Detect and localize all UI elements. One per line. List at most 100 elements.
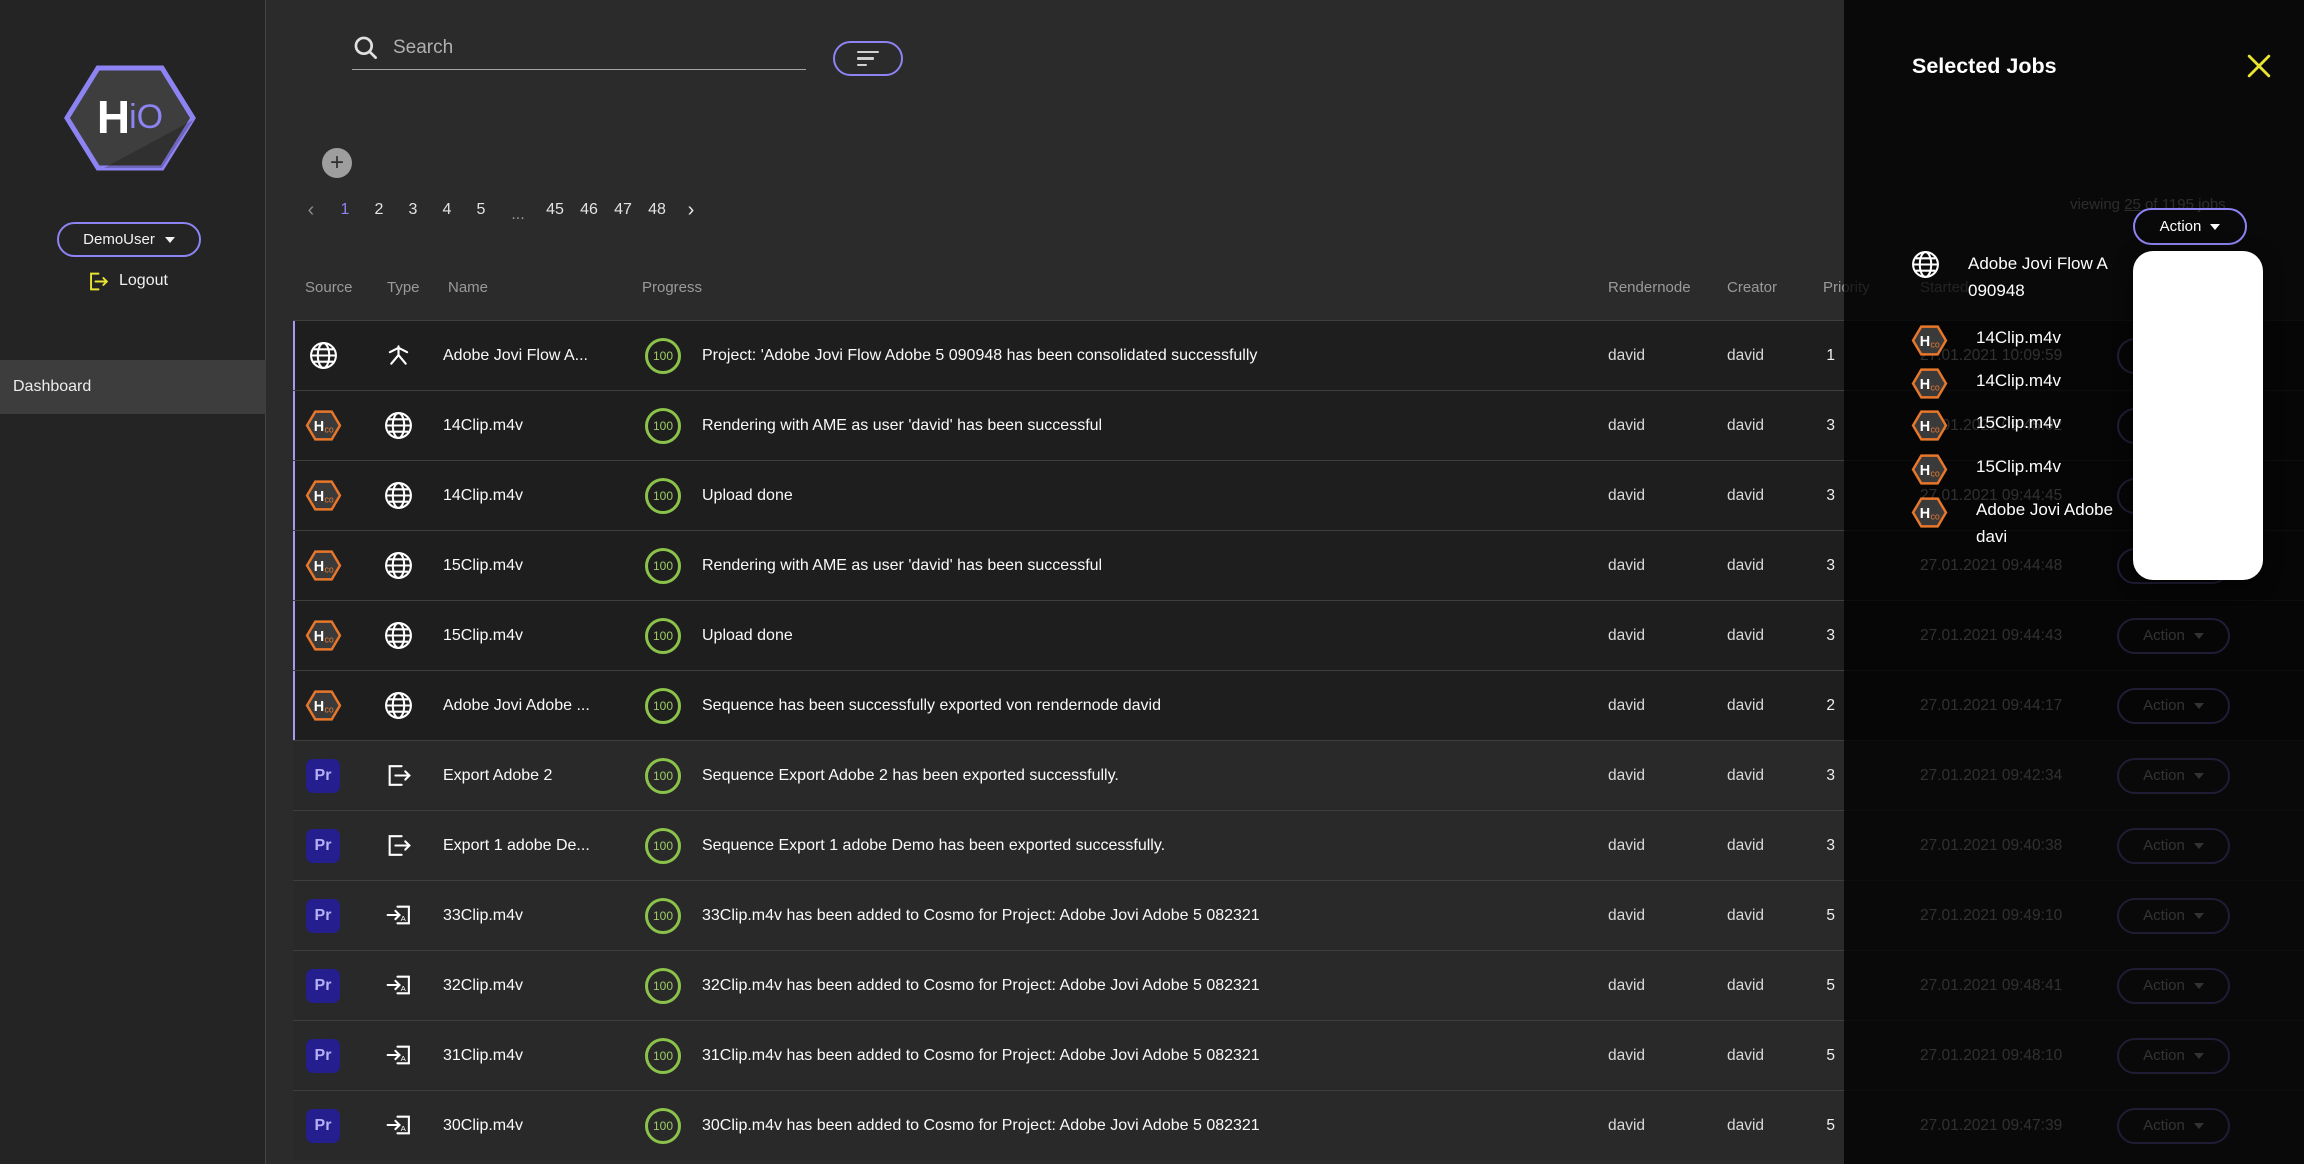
row-name: 30Clip.m4v: [443, 1117, 633, 1135]
pagination-page[interactable]: 4: [430, 201, 464, 219]
row-source-cell: Hco Pr A: [293, 341, 353, 370]
row-type-cell: Hco Pr A: [353, 411, 443, 440]
column-header-name[interactable]: Name: [443, 279, 633, 296]
pagination-page[interactable]: 47: [606, 201, 640, 219]
drawer-action-button[interactable]: Action: [2133, 208, 2247, 245]
row-name: 14Clip.m4v: [443, 487, 633, 505]
svg-text:H: H: [1920, 419, 1930, 435]
row-creator: david: [1703, 977, 1813, 995]
icon-set: Hco Pr A: [1911, 453, 1948, 486]
drawer-action-label: Action: [2160, 218, 2202, 235]
row-message: 32Clip.m4v has been added to Cosmo for P…: [693, 977, 1543, 995]
row-rendernode: david: [1543, 1047, 1703, 1065]
globe-icon: [384, 551, 413, 580]
selected-job-item[interactable]: Hco Pr A 15Clip.m4v: [1911, 453, 2061, 486]
column-header-source[interactable]: Source: [293, 279, 353, 296]
pagination-ellipsis: ...: [498, 206, 538, 224]
icon-set: Hco Pr A: [384, 481, 413, 510]
icon-set: Hco Pr A: [384, 691, 413, 720]
row-name: 31Clip.m4v: [443, 1047, 633, 1065]
column-header-creator[interactable]: Creator: [1703, 279, 1813, 296]
progress-ring: 100: [645, 828, 681, 864]
progress-ring: 100: [645, 408, 681, 444]
progress-value: 100: [653, 1119, 673, 1133]
consolidate-icon: [386, 343, 411, 368]
row-progress-cell: 100: [633, 828, 693, 864]
row-source-cell: Hco Pr A: [293, 829, 353, 863]
premiere-icon: Pr: [306, 899, 340, 933]
column-header-type[interactable]: Type: [353, 279, 443, 296]
icon-set: Hco Pr A: [305, 689, 342, 722]
icon-set: Hco Pr A: [305, 549, 342, 582]
column-header-progress[interactable]: Progress: [633, 279, 693, 296]
filter-button[interactable]: [833, 41, 903, 76]
selected-job-item[interactable]: Hco Pr A Adobe Jovi Adobe davi: [1911, 496, 2113, 550]
user-menu-button[interactable]: DemoUser: [57, 222, 201, 257]
logout-icon: [88, 271, 109, 292]
row-rendernode: david: [1543, 627, 1703, 645]
selected-job-name: 15Clip.m4v: [1976, 453, 2061, 480]
globe-icon: [384, 691, 413, 720]
row-source-cell: Hco Pr A: [293, 899, 353, 933]
row-source-cell: Hco Pr A: [293, 1109, 353, 1143]
pagination-page[interactable]: 3: [396, 201, 430, 219]
pagination-prev[interactable]: ‹: [294, 199, 328, 222]
icon-set: Hco Pr A: [306, 829, 340, 863]
pagination-page[interactable]: 45: [538, 201, 572, 219]
row-rendernode: david: [1543, 347, 1703, 365]
row-message: Sequence Export 1 adobe Demo has been ex…: [693, 837, 1543, 855]
pagination-next[interactable]: ›: [674, 199, 708, 222]
row-type-cell: Hco Pr A: [353, 1042, 443, 1069]
row-rendernode: david: [1543, 837, 1703, 855]
premiere-icon: Pr: [306, 829, 340, 863]
icon-set: Hco Pr A: [305, 619, 342, 652]
pagination-page[interactable]: 48: [640, 201, 674, 219]
icon-set: Hco Pr A: [306, 1039, 340, 1073]
pagination-page[interactable]: 46: [572, 201, 606, 219]
premiere-icon: Pr: [306, 759, 340, 793]
icon-set: Hco Pr A: [386, 343, 411, 368]
column-header-rendernode[interactable]: Rendernode: [1543, 279, 1703, 296]
svg-text:H: H: [313, 699, 323, 715]
icon-set: Hco Pr A: [384, 551, 413, 580]
selected-job-item[interactable]: Hco Pr A 15Clip.m4v: [1911, 409, 2061, 442]
row-message: Upload done: [693, 627, 1543, 645]
row-message: 31Clip.m4v has been added to Cosmo for P…: [693, 1047, 1543, 1065]
progress-ring: 100: [645, 618, 681, 654]
selected-job-item[interactable]: Hco Pr A Adobe Jovi Flow A 090948: [1911, 250, 2108, 304]
svg-text:co: co: [1931, 469, 1940, 479]
selected-job-item[interactable]: Hco Pr A 14Clip.m4v: [1911, 367, 2061, 400]
svg-text:H: H: [313, 629, 323, 645]
icon-set: Hco Pr A: [1911, 367, 1948, 400]
logout-button[interactable]: Logout: [88, 268, 168, 294]
icon-set: Hco Pr A: [306, 759, 340, 793]
row-name: Export 1 adobe De...: [443, 837, 633, 855]
globe-icon: [1911, 250, 1940, 279]
pagination-page[interactable]: 1: [328, 201, 362, 219]
logo-letter-h: H: [97, 90, 129, 144]
svg-text:co: co: [324, 635, 333, 645]
selected-job-name: 14Clip.m4v: [1976, 324, 2061, 351]
row-source-cell: Hco Pr A: [293, 479, 353, 512]
row-message: Rendering with AME as user 'david' has b…: [693, 417, 1543, 435]
search-icon: [352, 34, 379, 61]
progress-ring: 100: [645, 548, 681, 584]
close-drawer-button[interactable]: [2246, 54, 2272, 80]
row-source-cell: Hco Pr A: [293, 759, 353, 793]
selected-job-item[interactable]: Hco Pr A 14Clip.m4v: [1911, 324, 2061, 357]
icon-set: Hco Pr A: [1911, 409, 1948, 442]
svg-text:H: H: [1920, 463, 1930, 479]
pagination-page[interactable]: 2: [362, 201, 396, 219]
row-type-cell: Hco Pr A: [353, 972, 443, 999]
progress-value: 100: [653, 419, 673, 433]
row-type-cell: Hco Pr A: [353, 343, 443, 368]
search-input[interactable]: [393, 37, 773, 59]
progress-value: 100: [653, 1049, 673, 1063]
add-button[interactable]: +: [322, 148, 352, 178]
pagination: ‹ 1 2 3 4 5 ... 45 46 47 48 ›: [294, 196, 708, 224]
sidebar-item-dashboard[interactable]: Dashboard: [0, 360, 266, 414]
svg-text:co: co: [1931, 383, 1940, 393]
row-message: Upload done: [693, 487, 1543, 505]
icon-set: Hco Pr A: [1911, 324, 1948, 357]
pagination-page[interactable]: 5: [464, 201, 498, 219]
